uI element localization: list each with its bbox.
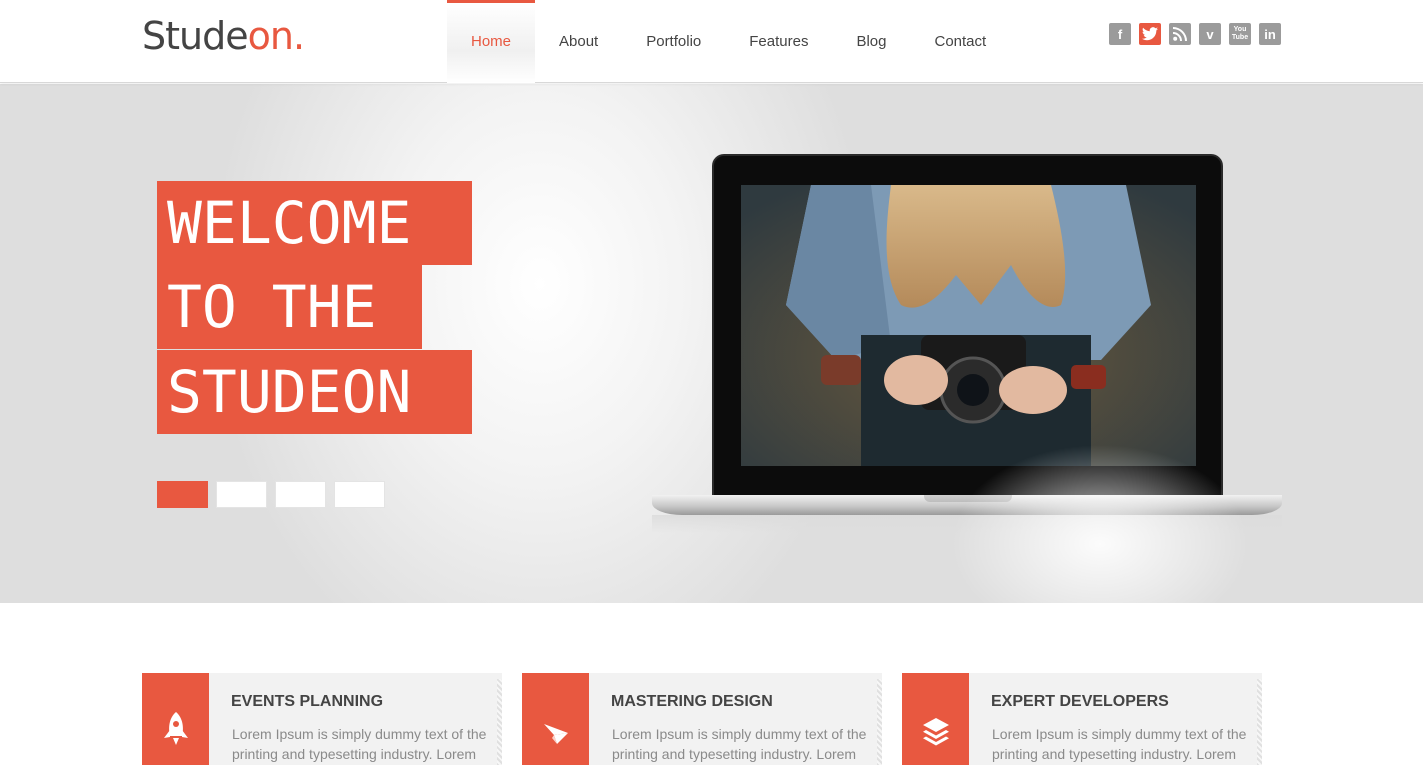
feature-title: MASTERING DESIGN (611, 693, 773, 710)
slider-pagination (157, 481, 385, 508)
feature-icon-box (902, 673, 969, 765)
layers-icon (922, 716, 950, 751)
nav-item-home[interactable]: Home (447, 0, 536, 83)
main-nav: Home About Portfolio Features Blog Conta… (447, 0, 1010, 83)
hero-slider: WELCOME TO THE STUDEON (0, 84, 1423, 603)
slider-dot-2[interactable] (216, 481, 267, 508)
youtube-icon[interactable]: You Tube (1229, 23, 1251, 45)
site-header: Studeon. Home About Portfolio Features B… (0, 0, 1423, 83)
facebook-icon[interactable]: f (1109, 23, 1131, 45)
hero-line-2: TO THE (157, 265, 422, 349)
feature-card-events[interactable]: EVENTS PLANNING Lorem Ipsum is simply du… (142, 673, 502, 765)
nav-item-portfolio[interactable]: Portfolio (622, 0, 725, 83)
feature-title: EXPERT DEVELOPERS (991, 693, 1169, 710)
feature-icon-box (522, 673, 589, 765)
youtube-you-text: You (1233, 26, 1247, 33)
laptop-base (652, 495, 1282, 515)
laptop-screen-photo (741, 185, 1196, 466)
feature-card-design[interactable]: MASTERING DESIGN Lorem Ipsum is simply d… (522, 673, 882, 765)
feature-card-developers[interactable]: EXPERT DEVELOPERS Lorem Ipsum is simply … (902, 673, 1262, 765)
laptop-notch (924, 495, 1012, 502)
laptop-lid (712, 154, 1223, 497)
slider-dot-4[interactable] (334, 481, 385, 508)
nav-item-features[interactable]: Features (725, 0, 832, 83)
laptop-reflection (652, 515, 1282, 533)
hero-line-3: STUDEON (157, 350, 472, 434)
nav-item-about[interactable]: About (535, 0, 622, 83)
laptop-image (652, 154, 1282, 534)
feature-text: Lorem Ipsum is simply dummy text of the … (992, 726, 1247, 762)
feature-icon-box (142, 673, 209, 765)
youtube-tube-text: Tube (1231, 34, 1249, 41)
nav-item-blog[interactable]: Blog (832, 0, 910, 83)
rocket-icon (163, 712, 189, 751)
logo-main-text: Stude (142, 14, 249, 58)
feature-text: Lorem Ipsum is simply dummy text of the … (232, 726, 487, 762)
nav-item-contact[interactable]: Contact (910, 0, 1010, 83)
logo-accent-text: on (247, 14, 294, 58)
rss-icon[interactable] (1169, 23, 1191, 45)
logo-dot: . (292, 14, 305, 58)
site-logo[interactable]: Studeon. (142, 14, 305, 58)
hero-line-1: WELCOME (157, 181, 472, 265)
feature-title: EVENTS PLANNING (231, 693, 384, 710)
slider-dot-1[interactable] (157, 481, 208, 508)
linkedin-icon[interactable]: in (1259, 23, 1281, 45)
feature-text: Lorem Ipsum is simply dummy text of the … (612, 726, 867, 762)
paper-plane-icon (543, 722, 569, 751)
slider-dot-3[interactable] (275, 481, 326, 508)
social-links: f v You Tube in (1109, 23, 1281, 45)
twitter-icon[interactable] (1139, 23, 1161, 45)
vimeo-icon[interactable]: v (1199, 23, 1221, 45)
